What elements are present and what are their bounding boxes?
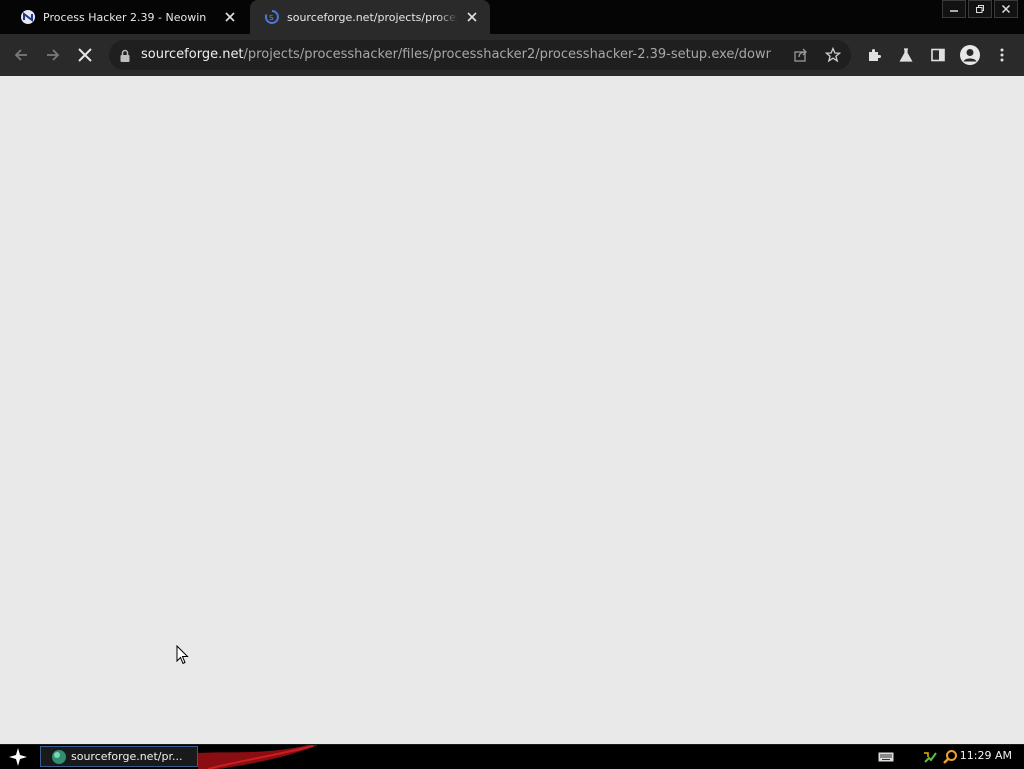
taskbar-decoration: [198, 745, 318, 769]
taskbar: sourceforge.net/pr... 11:29 AM: [0, 744, 1024, 769]
bookmark-star-icon[interactable]: [823, 45, 843, 65]
tab-title: Process Hacker 2.39 - Neowin: [43, 10, 207, 24]
share-icon[interactable]: [791, 45, 811, 65]
page-content[interactable]: [0, 76, 1024, 744]
back-icon[interactable]: [9, 43, 33, 67]
minimize-icon[interactable]: [942, 0, 966, 18]
side-panel-icon[interactable]: [926, 43, 950, 67]
mouse-cursor-icon: [176, 644, 190, 669]
star-start-icon[interactable]: [4, 746, 32, 768]
window-controls: [942, 0, 1018, 18]
address-bar[interactable]: sourceforge.net/projects/processhacker/f…: [109, 40, 851, 70]
neowin-icon: [20, 9, 36, 25]
taskbar-item-label: sourceforge.net/pr...: [71, 750, 183, 763]
tab-title: sourceforge.net/projects/processhacker: [287, 10, 458, 24]
network-icon[interactable]: [922, 749, 938, 765]
menu-icon[interactable]: [990, 43, 1014, 67]
close-tab-icon[interactable]: [222, 9, 238, 25]
close-tab-icon[interactable]: [464, 9, 480, 25]
labs-flask-icon[interactable]: [894, 43, 918, 67]
search-icon[interactable]: [942, 749, 958, 765]
extensions-icon[interactable]: [862, 43, 886, 67]
url-path: /projects/processhacker/files/processhac…: [243, 47, 771, 62]
forward-icon[interactable]: [41, 43, 65, 67]
taskbar-item-browser[interactable]: sourceforge.net/pr...: [40, 746, 198, 767]
stop-icon[interactable]: [73, 43, 97, 67]
url-text[interactable]: sourceforge.net/projects/processhacker/f…: [141, 47, 771, 62]
tab-sourceforge[interactable]: S sourceforge.net/projects/processhacker: [250, 0, 490, 34]
keyboard-icon[interactable]: [878, 749, 894, 765]
url-host: sourceforge.net: [141, 47, 244, 62]
close-icon[interactable]: [994, 0, 1018, 18]
tab-neowin[interactable]: Process Hacker 2.39 - Neowin: [12, 0, 246, 34]
svg-text:S: S: [269, 14, 274, 22]
lock-icon[interactable]: [119, 48, 131, 67]
browser-globe-icon: [52, 749, 66, 764]
restore-icon[interactable]: [968, 0, 992, 18]
profile-icon[interactable]: [958, 43, 982, 67]
clock[interactable]: 11:29 AM: [960, 749, 1012, 762]
tab-strip: Process Hacker 2.39 - Neowin S sourcefor…: [0, 0, 1024, 34]
sourceforge-loading-icon: S: [264, 9, 280, 25]
browser-toolbar: sourceforge.net/projects/processhacker/f…: [0, 34, 1024, 76]
